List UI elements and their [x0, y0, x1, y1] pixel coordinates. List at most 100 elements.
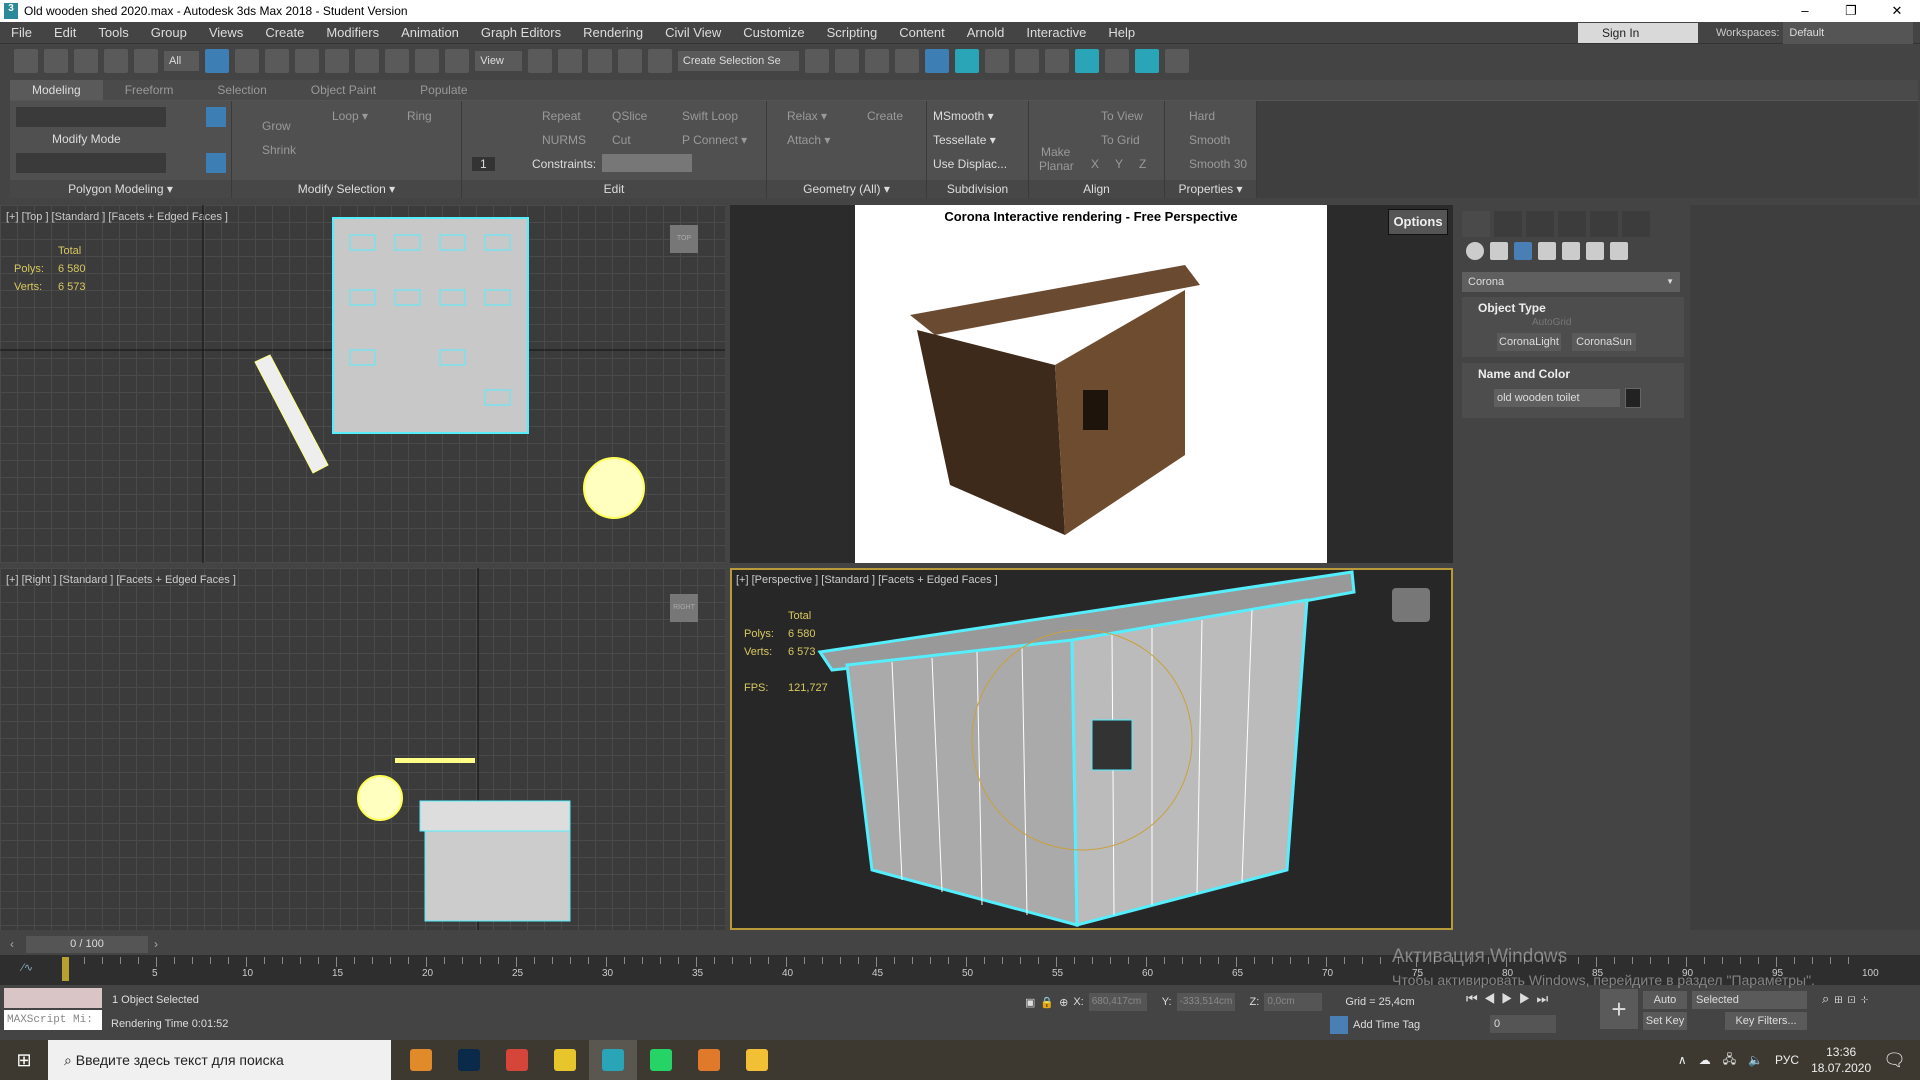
group-label[interactable]: Edit [462, 180, 766, 198]
key-filters-button[interactable]: Key Filters... [1725, 1012, 1807, 1030]
use-displacement-button[interactable]: Use Displac... [933, 157, 1007, 171]
group-label[interactable]: Subdivision [927, 180, 1028, 198]
relax-button[interactable]: Relax ▾ [787, 109, 827, 123]
coronalight-button[interactable]: CoronaLight [1497, 333, 1561, 351]
motion-tab[interactable] [1558, 211, 1586, 237]
chrome-app[interactable] [493, 1040, 541, 1080]
navigation-controls[interactable]: ⌕⊞⊡⊹ [1822, 991, 1873, 1007]
selection-filter-dropdown[interactable]: All [164, 51, 200, 71]
loop-button[interactable]: Loop ▾ [332, 109, 368, 123]
corona-render-view[interactable]: Corona Interactive rendering - Free Pers… [730, 205, 1453, 563]
redo-icon[interactable] [44, 49, 68, 73]
cameras-icon[interactable] [1538, 242, 1556, 260]
set-key-button[interactable]: Set Key [1643, 1012, 1687, 1030]
menu-tools[interactable]: Tools [87, 25, 139, 40]
menu-edit[interactable]: Edit [43, 25, 87, 40]
schematic-view-icon[interactable] [984, 49, 1009, 73]
menu-scripting[interactable]: Scripting [816, 25, 889, 40]
grow-button[interactable]: Grow [262, 119, 291, 133]
bind-spacewarp-icon[interactable] [134, 49, 158, 73]
curve-editor-icon[interactable] [954, 49, 979, 73]
subobject-level-buttons[interactable] [16, 107, 166, 127]
reference-coordinate-dropdown[interactable]: View [475, 51, 522, 71]
viewcube[interactable]: TOP [670, 225, 698, 253]
menu-civil-view[interactable]: Civil View [654, 25, 732, 40]
msmooth-button[interactable]: MSmooth ▾ [933, 109, 994, 123]
move-icon[interactable] [325, 49, 350, 73]
sublime-app[interactable] [397, 1040, 445, 1080]
p-connect-button[interactable]: P Connect ▾ [682, 133, 747, 147]
shapes-icon[interactable] [1490, 242, 1508, 260]
create-tab[interactable] [1462, 211, 1490, 237]
menu-animation[interactable]: Animation [390, 25, 470, 40]
clock[interactable]: 13:36 18.07.2020 [1811, 1044, 1871, 1076]
menu-content[interactable]: Content [888, 25, 956, 40]
select-by-name-icon[interactable] [235, 49, 260, 73]
playback-controls[interactable]: ⏮◀▶▶⏭ [1466, 991, 1554, 1007]
attach-button[interactable]: Attach ▾ [787, 133, 830, 147]
x-field[interactable]: 680,417cm [1088, 993, 1147, 1011]
group-label[interactable]: Properties ▾ [1165, 180, 1256, 198]
time-slider-handle[interactable] [62, 957, 69, 981]
onedrive-icon[interactable]: ☁ [1699, 1053, 1711, 1067]
volume-icon[interactable]: 🔈 [1748, 1053, 1763, 1067]
options-button[interactable]: Options [1388, 209, 1448, 235]
menu-graph-editors[interactable]: Graph Editors [470, 25, 572, 40]
whatsapp-app[interactable] [637, 1040, 685, 1080]
to-view-button[interactable]: To View [1101, 109, 1143, 123]
spacewarps-icon[interactable] [1586, 242, 1604, 260]
absolute-mode-icon[interactable]: ⊕ [1059, 996, 1068, 1009]
ribbon-tab-object-paint[interactable]: Object Paint [289, 80, 398, 100]
group-label[interactable]: Geometry (All) ▾ [767, 180, 926, 198]
prev-frame-button[interactable]: ‹ [10, 937, 14, 951]
rollout-title[interactable]: Object Type [1462, 297, 1684, 315]
viewcube[interactable]: RIGHT [670, 594, 698, 622]
maxscript-listener[interactable] [4, 988, 102, 1008]
modifier-buttons[interactable] [16, 153, 166, 173]
helpers-icon[interactable] [1562, 242, 1580, 260]
group-label[interactable]: Align [1029, 180, 1164, 198]
mirror-icon[interactable] [804, 49, 829, 73]
taskbar-search[interactable]: ⌕ Введите здесь текст для поиска [48, 1040, 391, 1080]
viewport-top[interactable]: [+] [Top ] [Standard ] [Facets + Edged F… [0, 205, 725, 563]
start-button[interactable]: ⊞ [0, 1040, 48, 1080]
angle-snap-icon[interactable] [557, 49, 582, 73]
photoshop-app[interactable] [445, 1040, 493, 1080]
current-frame-field[interactable]: 0 [1490, 1015, 1556, 1033]
rendered-frame-icon[interactable] [1074, 49, 1099, 73]
file-explorer-app[interactable] [733, 1040, 781, 1080]
render-cloud-icon[interactable] [1134, 49, 1159, 73]
menu-interactive[interactable]: Interactive [1015, 25, 1097, 40]
maxscript-mini-input[interactable]: MAXScript Mi: [4, 1010, 102, 1030]
layer-explorer-icon[interactable] [894, 49, 919, 73]
utilities-tab[interactable] [1622, 211, 1650, 237]
swift-loop-button[interactable]: Swift Loop [682, 109, 738, 123]
minimize-button[interactable]: – [1782, 0, 1828, 22]
viewport-perspective[interactable]: [+] [Perspective ] [Standard ] [Facets +… [730, 568, 1453, 930]
spinner-snap-icon[interactable] [617, 49, 642, 73]
viewport-right[interactable]: [+] [Right ] [Standard ] [Facets + Edged… [0, 568, 725, 930]
to-grid-button[interactable]: To Grid [1101, 133, 1140, 147]
maximize-button[interactable]: ❐ [1828, 0, 1874, 22]
percent-snap-icon[interactable] [587, 49, 612, 73]
placement-icon[interactable] [415, 49, 440, 73]
rotate-icon[interactable] [355, 49, 380, 73]
repeat-count-spinner[interactable]: 1 [472, 157, 495, 171]
viewcube[interactable] [1392, 588, 1430, 622]
menu-modifiers[interactable]: Modifiers [315, 25, 390, 40]
scene-explorer-icon[interactable] [864, 49, 889, 73]
tessellate-button[interactable]: Tessellate ▾ [933, 133, 996, 147]
qslice-button[interactable]: QSlice [612, 109, 647, 123]
ribbon-tab-freeform[interactable]: Freeform [103, 80, 196, 100]
material-editor-icon[interactable] [1014, 49, 1039, 73]
pivot-icon[interactable] [445, 49, 470, 73]
pin-stack-button[interactable] [206, 107, 226, 127]
align-x-button[interactable]: X [1091, 157, 1099, 171]
lights-icon[interactable] [1514, 242, 1532, 260]
time-slider[interactable]: ‹ 0 / 100 › [0, 935, 1920, 955]
workspaces-selector[interactable]: Workspaces: Default [1716, 22, 1914, 44]
show-end-result-button[interactable] [206, 153, 226, 173]
edit-named-sel-icon[interactable] [647, 49, 672, 73]
ribbon-tab-populate[interactable]: Populate [398, 80, 489, 100]
add-time-tag[interactable]: Add Time Tag [1330, 1016, 1420, 1034]
